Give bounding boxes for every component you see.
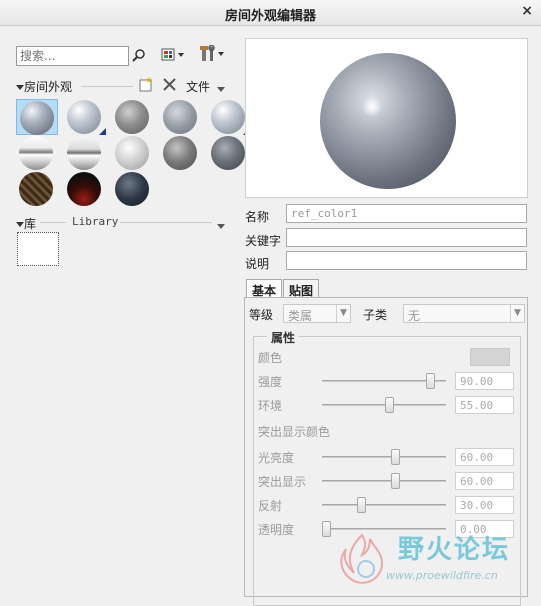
appearance-sphere <box>115 136 149 170</box>
library-divider-right <box>120 222 212 223</box>
collapse-room-icon[interactable] <box>16 81 24 95</box>
appearance-sphere <box>19 136 53 170</box>
slider-track[interactable] <box>322 504 446 506</box>
slider-thumb[interactable] <box>322 521 331 537</box>
description-label: 说明 <box>245 257 270 271</box>
appearance-preview <box>245 38 528 198</box>
room-appearance-label: 房间外观 <box>24 80 73 94</box>
subclass-value: 无 <box>408 309 421 323</box>
title-bar: 房间外观编辑器 × <box>0 0 541 26</box>
slider-thumb[interactable] <box>425 373 435 389</box>
appearance-swatch[interactable] <box>112 99 154 135</box>
slider-track[interactable] <box>322 480 446 482</box>
description-field[interactable] <box>286 251 527 270</box>
appearance-sphere <box>67 100 101 134</box>
slider-thumb[interactable] <box>385 397 395 413</box>
appearance-sphere <box>163 100 197 134</box>
appearance-sphere <box>67 172 101 206</box>
tab-texture[interactable]: 贴图 <box>283 279 320 298</box>
level-dropdown[interactable]: 类属 ▼ <box>283 304 351 323</box>
search-input[interactable] <box>16 46 129 66</box>
appearance-swatch[interactable] <box>160 135 202 171</box>
slider-label-shininess: 光亮度 <box>258 451 295 465</box>
basic-tab-panel: 等级 类属 ▼ 子类 无 ▼ 属性 颜色 强度 环境 突出显示颜色 光亮度 突出… <box>244 297 528 606</box>
appearance-list-panel: 房间外观 文件 库 Library <box>0 27 250 593</box>
properties-group: 属性 颜色 强度 环境 突出显示颜色 光亮度 突出显示 反射 透明度 <box>253 329 521 606</box>
slider-track[interactable] <box>322 528 446 530</box>
level-chevron-down-icon: ▼ <box>336 305 350 322</box>
delete-icon[interactable] <box>163 78 176 94</box>
slider-label-ambient: 环境 <box>258 399 283 413</box>
slider-value-input[interactable] <box>455 496 514 514</box>
appearance-swatch[interactable] <box>64 135 106 171</box>
slider-label-highlight: 突出显示 <box>258 475 307 489</box>
slider-label-intensity: 强度 <box>258 375 283 389</box>
appearance-swatch[interactable] <box>16 135 58 171</box>
slider-track[interactable] <box>322 456 446 458</box>
subclass-chevron-down-icon: ▼ <box>510 305 524 322</box>
subclass-label: 子类 <box>363 308 388 322</box>
appearance-swatch[interactable] <box>16 171 58 207</box>
name-label: 名称 <box>245 210 270 224</box>
appearance-sphere <box>163 136 197 170</box>
subclass-dropdown[interactable]: 无 ▼ <box>403 304 525 323</box>
slider-value-input[interactable] <box>455 472 514 490</box>
keyword-label: 关键字 <box>245 234 282 248</box>
level-label: 等级 <box>249 308 274 322</box>
file-menu-chevron-down-icon[interactable] <box>217 82 225 96</box>
level-value: 类属 <box>288 309 313 323</box>
file-menu[interactable]: 文件 <box>186 78 210 95</box>
appearance-swatch[interactable] <box>16 99 58 135</box>
appearance-editor-panel: 名称 关键字 说明 基本 贴图 等级 类属 ▼ 子类 无 ▼ 属性 颜色 强度 … <box>237 27 541 606</box>
new-appearance-icon[interactable] <box>139 77 153 95</box>
slider-label-reflection: 反射 <box>258 499 283 513</box>
properties-group-title: 属性 <box>267 329 300 346</box>
library-drop-area[interactable] <box>17 232 59 266</box>
appearance-sphere <box>115 100 149 134</box>
library-menu-chevron-down-icon[interactable] <box>217 219 225 233</box>
highlight-color-label: 突出显示颜色 <box>258 425 331 439</box>
preview-sphere <box>320 53 456 189</box>
library-divider-left <box>40 222 66 223</box>
keyword-field[interactable] <box>286 228 527 247</box>
name-field[interactable] <box>286 204 527 223</box>
window-title: 房间外观编辑器 <box>224 9 316 24</box>
library-label: 库 <box>24 217 37 231</box>
search-icon[interactable] <box>132 48 146 65</box>
slider-value-input[interactable] <box>455 448 514 466</box>
appearance-swatch[interactable] <box>64 171 106 207</box>
collapse-library-icon[interactable] <box>16 218 24 232</box>
slider-label-transparency: 透明度 <box>258 523 295 537</box>
slider-value-input[interactable] <box>455 372 514 390</box>
appearance-swatch[interactable] <box>112 135 154 171</box>
appearance-sphere <box>115 172 149 206</box>
color-swatch[interactable] <box>470 348 510 366</box>
swatch-corner-mark <box>99 128 106 135</box>
tools-icon[interactable] <box>199 44 227 66</box>
appearance-sphere <box>20 101 54 135</box>
appearance-swatch[interactable] <box>112 171 154 207</box>
close-icon[interactable]: × <box>521 3 533 19</box>
library-name: Library <box>72 215 119 228</box>
color-label: 颜色 <box>258 351 283 365</box>
section-divider <box>81 86 133 87</box>
slider-track[interactable] <box>322 404 446 406</box>
slider-thumb[interactable] <box>391 449 400 465</box>
appearance-sphere <box>67 136 101 170</box>
appearance-sphere <box>19 172 53 206</box>
slider-value-input[interactable] <box>455 520 514 538</box>
appearance-swatch[interactable] <box>64 99 106 135</box>
slider-thumb[interactable] <box>391 473 400 489</box>
tab-basic[interactable]: 基本 <box>246 279 283 298</box>
view-mode-icon[interactable] <box>161 47 187 66</box>
appearance-swatch[interactable] <box>160 99 202 135</box>
slider-thumb[interactable] <box>356 497 366 513</box>
slider-value-input[interactable] <box>455 396 514 414</box>
